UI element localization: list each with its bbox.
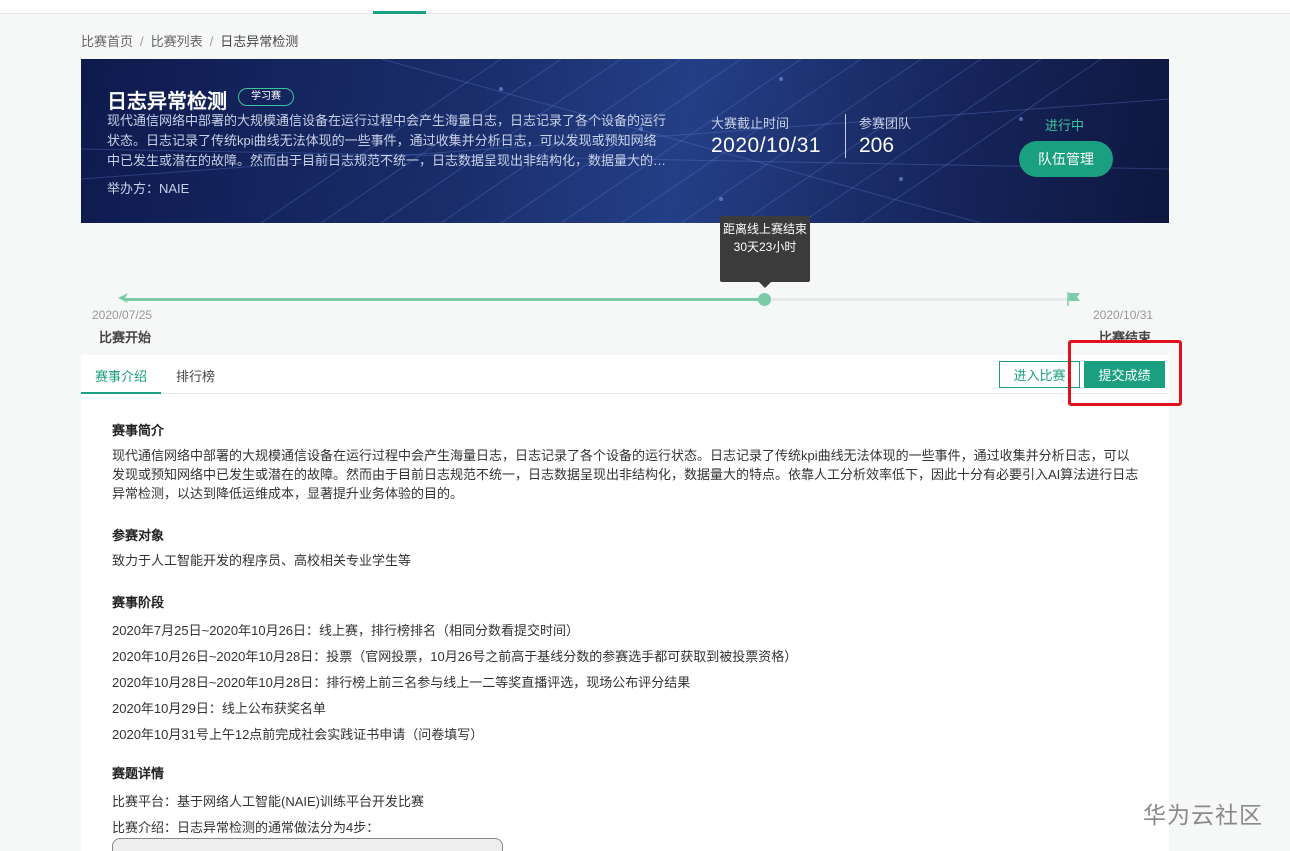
tab-introduction[interactable]: 赛事介绍 [95,366,147,385]
highlight-annotation [1068,340,1182,406]
stat-divider [845,114,846,158]
intro-text: 现代通信网络中部署的大规模通信设备在运行过程中会产生海量日志，日志记录了各个设备… [112,448,1139,501]
intro-section: 赛事简介 现代通信网络中部署的大规模通信设备在运行过程中会产生海量日志，日志记录… [112,420,1142,503]
timeline-progress [124,298,762,301]
target-text: 致力于人工智能开发的程序员、高校相关专业学生等 [112,553,412,568]
tab-leaderboard[interactable]: 排行榜 [176,366,215,385]
breadcrumb: 比赛首页 / 比赛列表 / 日志异常检测 [81,31,298,50]
target-section: 参赛对象 致力于人工智能开发的程序员、高校相关专业学生等 [112,525,1142,570]
platform-text: 比赛平台：基于网络人工智能(NAIE)训练平台开发比赛 [112,794,425,809]
countdown-tooltip: 距离线上赛结束30天23小时 [720,216,810,282]
timeline-current-dot [758,293,771,306]
start-label: 比赛开始 [99,330,152,345]
watermark-text: 华为云社区 [1143,802,1263,828]
organizer-text: 举办方：NAIE [107,181,190,196]
competition-banner: 日志异常检测 学习赛 现代通信网络中部署的大规模通信设备在运行过程中会产生海量日… [81,59,1169,223]
breadcrumb-separator: / [209,34,214,49]
timeline-track [124,298,1076,301]
breadcrumb-separator: / [140,34,144,49]
stage-item: 2020年10月26日~2020年10月28日：投票（官网投票，10月26号之前… [112,649,798,664]
stage-item: 2020年10月28日~2020年10月28日：排行榜上前三名参与线上一二等奖直… [112,675,691,690]
competition-description: 现代通信网络中部署的大规模通信设备在运行过程中会产生海量日志，日志记录了各个设备… [107,113,667,168]
intro-title: 赛事简介 [112,423,165,438]
nav-active-indicator [373,11,426,14]
competition-title: 日志异常检测 [107,91,227,113]
image-preview-box [112,838,503,851]
finish-flag-icon [1067,292,1080,306]
detail-title: 赛题详情 [112,766,165,781]
stage-title: 赛事阶段 [112,595,165,610]
start-date: 2020/07/25 [92,308,153,322]
tooltip-arrow [759,282,771,288]
breadcrumb-list-link[interactable]: 比赛列表 [151,34,203,49]
end-label: 比赛结束 [1099,330,1152,341]
team-management-button[interactable]: 队伍管理 [1019,141,1113,177]
tab-active-underline [81,392,161,394]
top-nav-bar [0,0,1290,14]
breadcrumb-current: 日志异常检测 [220,34,299,49]
stage-item: 2020年10月31号上午12点前完成社会实践证书申请（问卷填写） [112,727,484,742]
end-date: 2020/10/31 [1093,308,1154,322]
detail-section: 赛题详情 比赛平台：基于网络人工智能(NAIE)训练平台开发比赛 比赛介绍：日志… [112,763,1142,841]
teams-count: 206 [859,134,895,157]
stage-item: 2020年10月29日：线上公布获奖名单 [112,701,326,716]
deadline-value: 2020/10/31 [711,134,822,157]
content-panel: 赛事介绍 排行榜 进入比赛 提交成绩 赛事简介 现代通信网络中部署的大规模通信设… [81,355,1169,851]
tab-bar: 赛事介绍 排行榜 进入比赛 提交成绩 [81,355,1169,394]
stage-section: 赛事阶段 2020年7月25日~2020年10月26日：线上赛，排行榜排名（相同… [112,592,1142,748]
target-title: 参赛对象 [112,528,165,543]
competition-type-badge: 学习赛 [238,88,294,106]
status-text: 进行中 [1045,118,1085,133]
start-arrow-icon [118,293,128,303]
stage-item: 2020年7月25日~2020年10月26日：线上赛，排行榜排名（相同分数看提交… [112,623,580,638]
deadline-label: 大赛截止时间 [711,116,790,131]
breadcrumb-home-link[interactable]: 比赛首页 [81,34,133,49]
teams-label: 参赛团队 [859,116,912,131]
